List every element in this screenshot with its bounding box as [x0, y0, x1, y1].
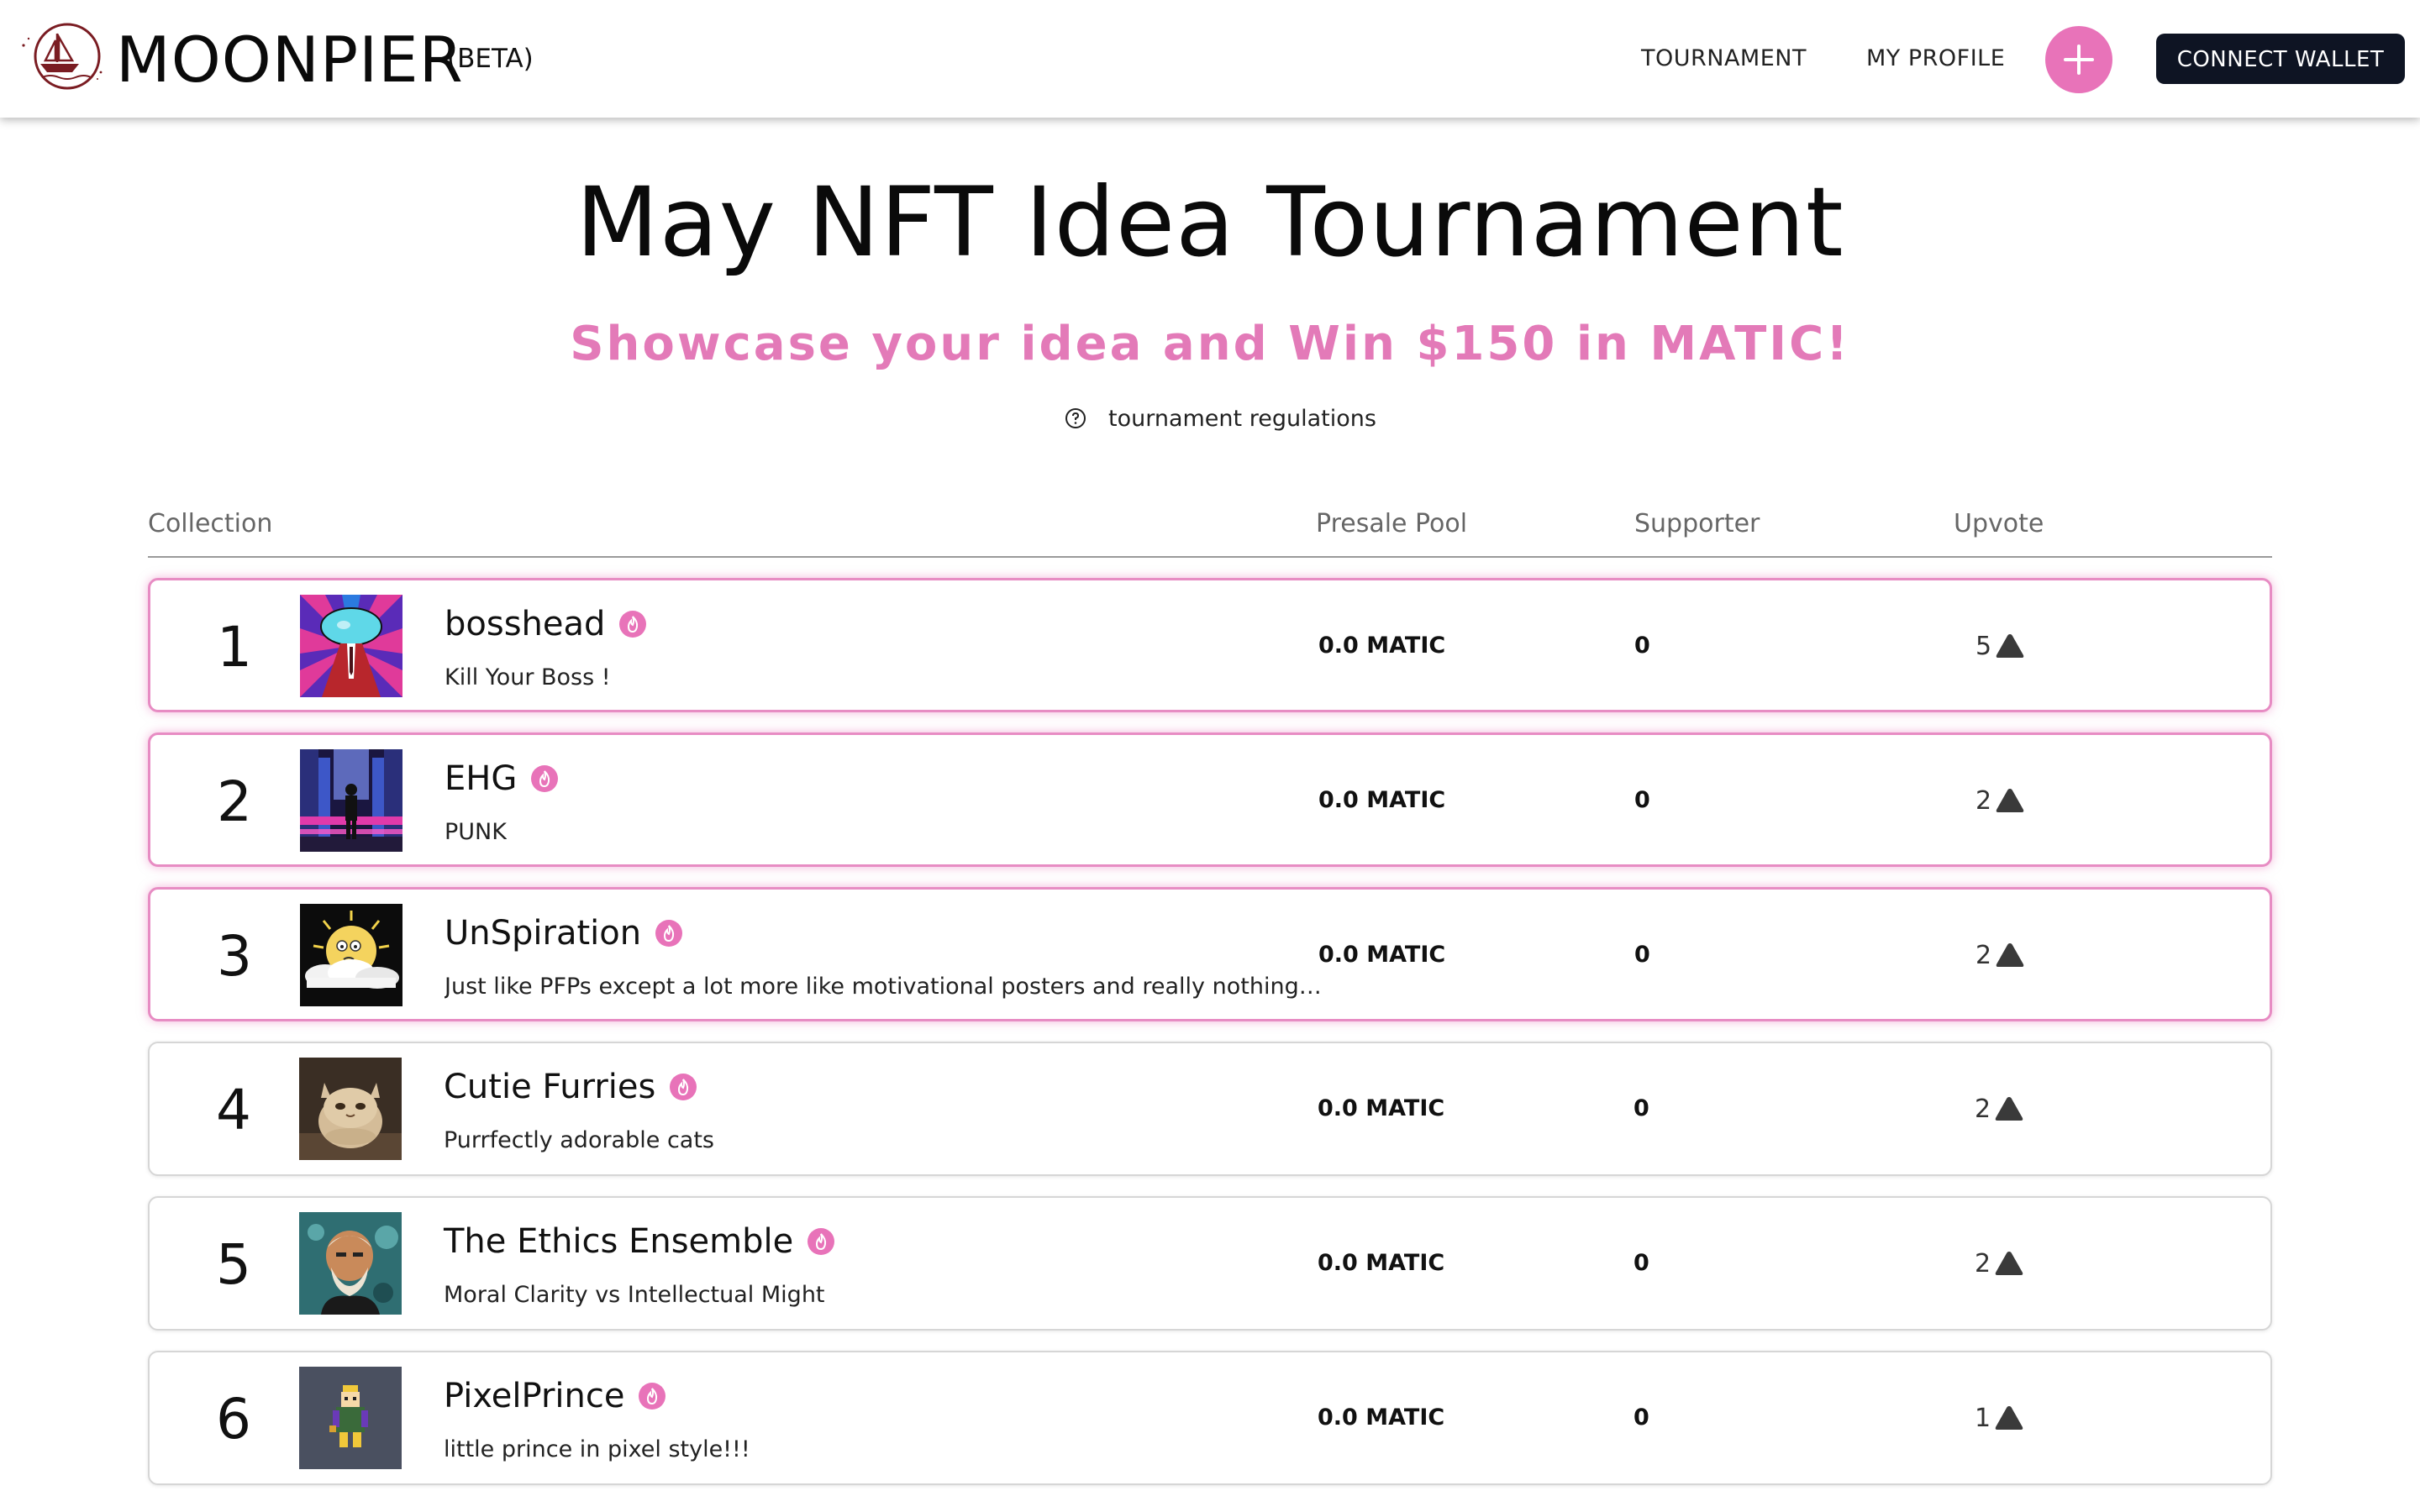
upvote-count: 5	[1975, 631, 1992, 661]
collection-thumbnail[interactable]	[299, 1058, 402, 1160]
presale-pool-value: 0.0 MATIC	[1318, 787, 1446, 813]
collection-description: Moral Clarity vs Intellectual Might	[444, 1282, 825, 1308]
collection-name[interactable]: PixelPrince	[444, 1371, 666, 1421]
collection-name[interactable]: Cutie Furries	[444, 1062, 697, 1112]
collection-thumbnail[interactable]	[299, 1212, 402, 1315]
collection-description: PUNK	[445, 819, 507, 845]
flame-badge-icon	[639, 1383, 666, 1410]
fluffy-cat-art-icon	[299, 1058, 402, 1160]
upvote-button[interactable]: 1	[1975, 1398, 2024, 1438]
top-navbar: MOONPIER (BETA) TOURNAMENT MY PROFILE CO…	[0, 0, 2420, 118]
rank-number: 4	[216, 1078, 251, 1142]
help-circle-icon	[1065, 408, 1086, 428]
supporter-count: 0	[1634, 1250, 1649, 1276]
upvote-button[interactable]: 5	[1975, 626, 2025, 666]
collection-thumbnail[interactable]	[300, 595, 402, 697]
upvote-count: 2	[1975, 785, 1992, 816]
column-header-supporter: Supporter	[1634, 509, 1760, 538]
table-row[interactable]: 5 The Ethics Ensemble Moral Clarity vs I…	[148, 1196, 2272, 1331]
rank-number: 6	[216, 1387, 251, 1452]
flame-badge-icon	[655, 920, 683, 947]
bosshead-art-icon	[300, 595, 402, 697]
upvote-button[interactable]: 2	[1975, 935, 2025, 975]
collection-name[interactable]: UnSpiration	[445, 908, 683, 958]
nav-tournament-link[interactable]: TOURNAMENT	[1641, 42, 1807, 76]
collection-thumbnail[interactable]	[299, 1367, 402, 1469]
collection-name-text: Cutie Furries	[444, 1068, 656, 1106]
collection-description: Just like PFPs except a lot more like mo…	[445, 974, 1322, 1000]
presale-pool-value: 0.0 MATIC	[1318, 1250, 1445, 1276]
create-button[interactable]	[2045, 26, 2112, 93]
rank-number: 3	[217, 924, 252, 989]
page-title: May NFT Idea Tournament	[576, 166, 1844, 278]
pixel-prince-art-icon	[299, 1367, 402, 1469]
upvote-count: 2	[1975, 1248, 1991, 1278]
table-row[interactable]: 3 UnSpiration Just like PFPs except a lo…	[148, 887, 2272, 1021]
presale-pool-value: 0.0 MATIC	[1318, 1095, 1445, 1121]
supporter-count: 0	[1634, 1404, 1649, 1431]
flame-badge-icon	[808, 1228, 835, 1255]
collection-name[interactable]: The Ethics Ensemble	[444, 1216, 835, 1267]
flame-badge-icon	[619, 611, 647, 638]
collection-name-text: EHG	[445, 759, 518, 798]
supporter-count: 0	[1634, 787, 1650, 813]
flame-badge-icon	[670, 1074, 697, 1100]
sailboat-logo-icon[interactable]	[17, 20, 106, 92]
supporter-count: 0	[1634, 633, 1650, 659]
presale-pool-value: 0.0 MATIC	[1318, 942, 1446, 968]
beta-label: (BETA)	[447, 44, 534, 74]
upvote-triangle-icon	[1996, 789, 2024, 812]
upvote-count: 2	[1975, 1094, 1991, 1124]
connect-wallet-button[interactable]: CONNECT WALLET	[2156, 34, 2405, 84]
supporter-count: 0	[1634, 1095, 1649, 1121]
collection-thumbnail[interactable]	[300, 904, 402, 1006]
upvote-triangle-icon	[1995, 1097, 2023, 1121]
collection-name-text: bosshead	[445, 605, 606, 643]
upvote-count: 2	[1975, 940, 1992, 970]
collection-name-text: UnSpiration	[445, 914, 642, 953]
collection-thumbnail[interactable]	[300, 749, 402, 852]
upvote-triangle-icon	[1996, 943, 2024, 967]
upvote-triangle-icon	[1995, 1406, 2023, 1430]
brand-name[interactable]: MOONPIER	[116, 24, 464, 96]
table-row[interactable]: 6 PixelPrince little prince in pixel sty…	[148, 1351, 2272, 1485]
tournament-regulations-link[interactable]: tournament regulations	[1063, 402, 1376, 435]
philosopher-art-icon	[299, 1212, 402, 1315]
collection-name-text: The Ethics Ensemble	[444, 1222, 794, 1261]
collection-name[interactable]: EHG	[445, 753, 559, 804]
upvote-count: 1	[1975, 1403, 1991, 1433]
table-row[interactable]: 1 bosshead Kill Your Boss ! 0.0 MATIC 0 …	[148, 578, 2272, 712]
supporter-count: 0	[1634, 942, 1650, 968]
rank-number: 1	[217, 615, 252, 680]
upvote-triangle-icon	[1996, 634, 2024, 658]
flame-badge-icon	[531, 765, 559, 792]
rank-number: 2	[217, 769, 252, 834]
collection-description: Kill Your Boss !	[445, 664, 611, 690]
nav-my-profile-link[interactable]: MY PROFILE	[1866, 42, 2005, 76]
cyber-city-art-icon	[300, 749, 402, 852]
upvote-button[interactable]: 2	[1975, 1243, 2024, 1284]
column-header-upvote: Upvote	[1954, 509, 2044, 538]
table-row[interactable]: 2 EHG PUNK 0.0 MATIC 0 2	[148, 732, 2272, 867]
column-header-collection: Collection	[148, 509, 273, 538]
upvote-triangle-icon	[1995, 1252, 2023, 1275]
table-row[interactable]: 4 Cutie Furries Purrfectly adorable cats…	[148, 1042, 2272, 1176]
upvote-button[interactable]: 2	[1975, 780, 2025, 821]
presale-pool-value: 0.0 MATIC	[1318, 1404, 1445, 1431]
page-subtitle: Showcase your idea and Win $150 in MATIC…	[570, 317, 1850, 371]
collection-description: Purrfectly adorable cats	[444, 1127, 714, 1153]
regulations-label: tournament regulations	[1108, 405, 1376, 432]
sun-cloud-art-icon	[300, 904, 402, 1006]
table-header-divider	[148, 556, 2272, 558]
column-header-presale-pool: Presale Pool	[1316, 509, 1468, 538]
collection-name-text: PixelPrince	[444, 1377, 625, 1415]
collection-description: little prince in pixel style!!!	[444, 1436, 750, 1462]
collection-name[interactable]: bosshead	[445, 599, 647, 649]
rank-number: 5	[216, 1232, 251, 1297]
plus-icon	[2064, 45, 2094, 75]
presale-pool-value: 0.0 MATIC	[1318, 633, 1446, 659]
upvote-button[interactable]: 2	[1975, 1089, 2024, 1129]
